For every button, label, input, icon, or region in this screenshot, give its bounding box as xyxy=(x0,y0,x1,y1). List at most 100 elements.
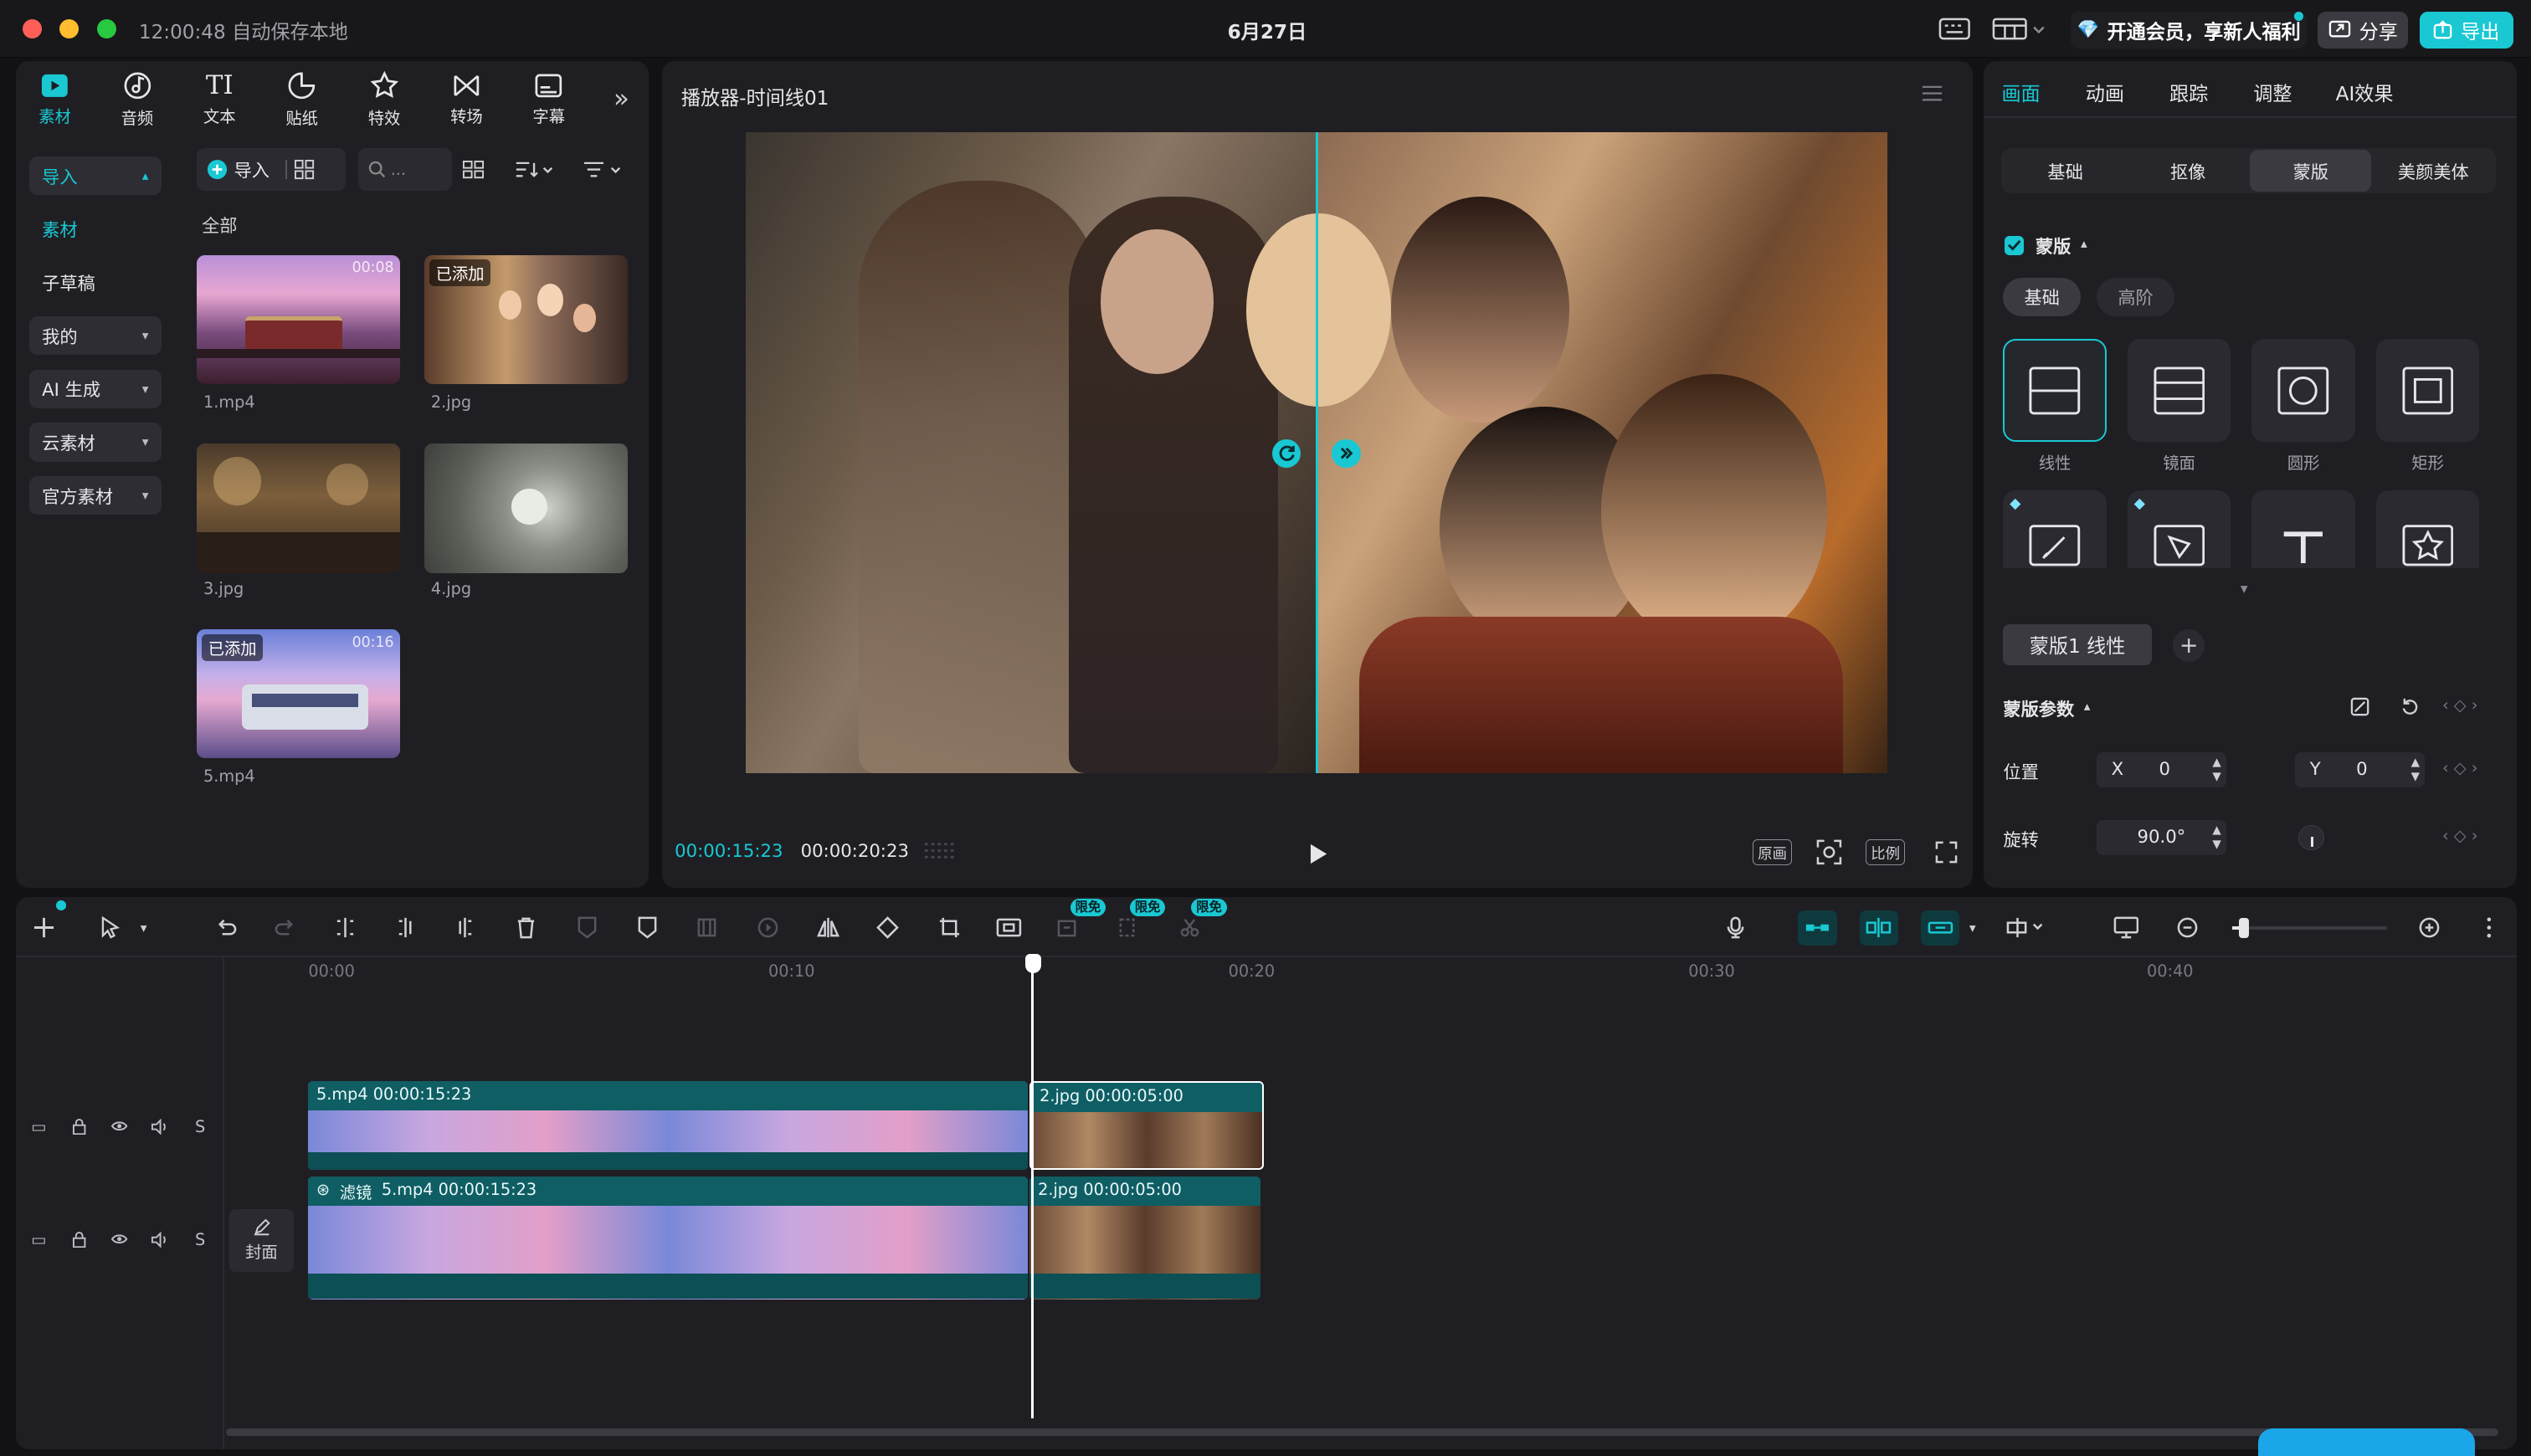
lock-icon[interactable] xyxy=(68,1228,90,1251)
video-preview[interactable] xyxy=(746,132,1887,773)
view-mode-icon[interactable] xyxy=(459,155,488,184)
split-icon[interactable] xyxy=(328,910,363,946)
tool-text[interactable]: TI 文本 xyxy=(181,68,259,132)
tab-tracking[interactable]: 跟踪 xyxy=(2169,78,2208,106)
filter-icon[interactable] xyxy=(581,155,626,184)
mask-text[interactable] xyxy=(2251,490,2355,568)
marker-icon[interactable] xyxy=(570,910,605,946)
clip-main-2jpg[interactable]: 2.jpg 00:00:05:00 xyxy=(1029,1176,1261,1300)
mask-brush[interactable]: ◆ xyxy=(2003,490,2107,568)
reverse-icon[interactable] xyxy=(751,910,786,946)
keyframe-nav-icon[interactable]: ‹ ◇ › xyxy=(2442,758,2477,777)
share-button[interactable]: 分享 xyxy=(2318,11,2409,49)
shield-icon[interactable] xyxy=(629,910,665,946)
grid-import-icon[interactable] xyxy=(294,159,315,180)
playhead[interactable] xyxy=(1031,966,1034,1419)
chevron-down-icon[interactable]: ▾ xyxy=(132,910,155,946)
mask-mirror[interactable] xyxy=(2127,339,2231,443)
delete-icon[interactable] xyxy=(509,910,544,946)
keyframe-nav-icon[interactable]: ‹ ◇ › xyxy=(2442,826,2477,845)
tool-effects[interactable]: 特效 xyxy=(346,68,424,132)
eye-icon[interactable] xyxy=(108,1115,131,1138)
floating-upload-badge[interactable] xyxy=(2258,1428,2475,1456)
split-right-icon[interactable] xyxy=(447,910,482,946)
zoom-out-icon[interactable] xyxy=(2169,910,2205,946)
expand-icon[interactable]: ▾ xyxy=(2241,581,2248,597)
stepper-icon[interactable]: ▲ ▼ xyxy=(2411,756,2420,785)
clip-overlay-5mp4[interactable]: 5.mp4 00:00:15:23 xyxy=(308,1081,1029,1171)
screen-icon[interactable] xyxy=(2108,910,2143,946)
undo-icon[interactable] xyxy=(208,910,244,946)
position-y-field[interactable]: Y 0 ▲ ▼ xyxy=(2295,751,2425,788)
zoom-slider-handle[interactable] xyxy=(2238,918,2249,938)
maximize-window-button[interactable] xyxy=(96,19,116,39)
keyframe-nav-icon[interactable]: ‹ ◇ › xyxy=(2442,695,2477,715)
subtab-beauty[interactable]: 美颜美体 xyxy=(2373,150,2494,192)
link-icon[interactable] xyxy=(1921,910,1960,946)
position-x-field[interactable]: X 0 ▲ ▼ xyxy=(2097,751,2226,788)
sidebar-item-cloud[interactable]: 云素材 ▾ xyxy=(28,423,162,462)
chevron-up-icon[interactable]: ▴ xyxy=(2084,699,2091,714)
tool-subtitle[interactable]: 字幕 xyxy=(510,68,588,132)
link-main-track-icon[interactable] xyxy=(1798,910,1837,946)
feather-handle-icon[interactable] xyxy=(1332,438,1361,469)
zoom-slider[interactable] xyxy=(2232,918,2388,938)
horizontal-scrollbar[interactable] xyxy=(225,1428,2499,1437)
media-thumb-3[interactable] xyxy=(197,443,401,573)
redo-icon[interactable] xyxy=(268,910,303,946)
mirror-icon[interactable] xyxy=(810,910,845,946)
more-options-icon[interactable] xyxy=(2472,910,2507,946)
shortcut-icon[interactable] xyxy=(1937,14,1972,44)
minimize-window-button[interactable] xyxy=(59,19,80,39)
play-button[interactable] xyxy=(1306,841,1332,867)
cover-button[interactable]: 封面 xyxy=(228,1208,294,1272)
rotate-icon[interactable] xyxy=(870,910,906,946)
clip-overlay-2jpg[interactable]: 2.jpg 00:00:05:00 xyxy=(1029,1081,1265,1171)
add-track-icon[interactable] xyxy=(26,910,61,946)
sidebar-item-mine[interactable]: 我的 ▾ xyxy=(28,316,162,356)
mask-pen[interactable]: ◆ xyxy=(2127,490,2231,568)
add-mask-button[interactable]: + xyxy=(2172,629,2205,662)
sidebar-item-ai-generate[interactable]: AI 生成 ▾ xyxy=(28,369,162,408)
sidebar-item-import[interactable]: 导入 ▴ xyxy=(28,156,162,196)
aspect-ratio-button[interactable]: 比例 xyxy=(1866,838,1905,865)
playhead-handle[interactable] xyxy=(1024,953,1041,973)
eye-icon[interactable] xyxy=(108,1228,131,1251)
clip-main-5mp4[interactable]: ⊛ 滤镜 5.mp4 00:00:15:23 xyxy=(308,1176,1029,1300)
mask-linear[interactable] xyxy=(2003,339,2107,443)
fit-view-icon[interactable] xyxy=(1815,838,1844,867)
stepper-icon[interactable]: ▲ ▼ xyxy=(2212,756,2220,785)
freeze-frame-icon[interactable] xyxy=(690,910,725,946)
rotation-field[interactable]: 90.0° ▲ ▼ xyxy=(2097,819,2226,856)
more-tools-icon[interactable]: » xyxy=(607,84,636,114)
media-thumb-5[interactable]: 已添加 00:16 xyxy=(197,629,401,759)
resize-icon[interactable] xyxy=(991,910,1026,946)
zoom-in-icon[interactable] xyxy=(2411,910,2446,946)
fullscreen-icon[interactable] xyxy=(1933,839,1959,865)
track-video-icon[interactable]: ▭ xyxy=(28,1115,50,1138)
tab-adjust[interactable]: 调整 xyxy=(2253,78,2292,106)
stepper-icon[interactable]: ▲ ▼ xyxy=(2212,823,2220,853)
chevron-down-icon[interactable]: ▾ xyxy=(1963,910,1982,946)
tool-transition[interactable]: 转场 xyxy=(428,68,506,132)
search-input[interactable]: ... xyxy=(358,148,452,191)
volume-icon[interactable] xyxy=(148,1115,171,1138)
sidebar-item-official[interactable]: 官方素材 ▾ xyxy=(28,475,162,515)
crop-icon[interactable] xyxy=(932,910,967,946)
mask-chip[interactable]: 蒙版1 线性 xyxy=(2003,624,2152,665)
rotation-dial[interactable] xyxy=(2298,824,2325,851)
import-button[interactable]: 导入 xyxy=(197,148,346,191)
microphone-icon[interactable] xyxy=(1717,910,1753,946)
subtab-basic[interactable]: 基础 xyxy=(2005,150,2126,192)
lock-icon[interactable] xyxy=(68,1115,90,1138)
preview-axis-icon[interactable] xyxy=(2005,910,2046,946)
tab-animation[interactable]: 动画 xyxy=(2086,78,2124,106)
mask-mode-basic[interactable]: 基础 xyxy=(2003,277,2081,316)
media-thumb-2[interactable]: 已添加 xyxy=(424,254,629,384)
close-window-button[interactable] xyxy=(23,19,43,39)
solo-toggle[interactable]: S xyxy=(189,1228,212,1251)
sidebar-item-subdraft[interactable]: 子草稿 xyxy=(29,263,162,301)
mask-mode-advanced[interactable]: 高阶 xyxy=(2097,277,2174,316)
solo-toggle[interactable]: S xyxy=(189,1115,212,1138)
export-button[interactable]: 导出 xyxy=(2419,11,2513,49)
